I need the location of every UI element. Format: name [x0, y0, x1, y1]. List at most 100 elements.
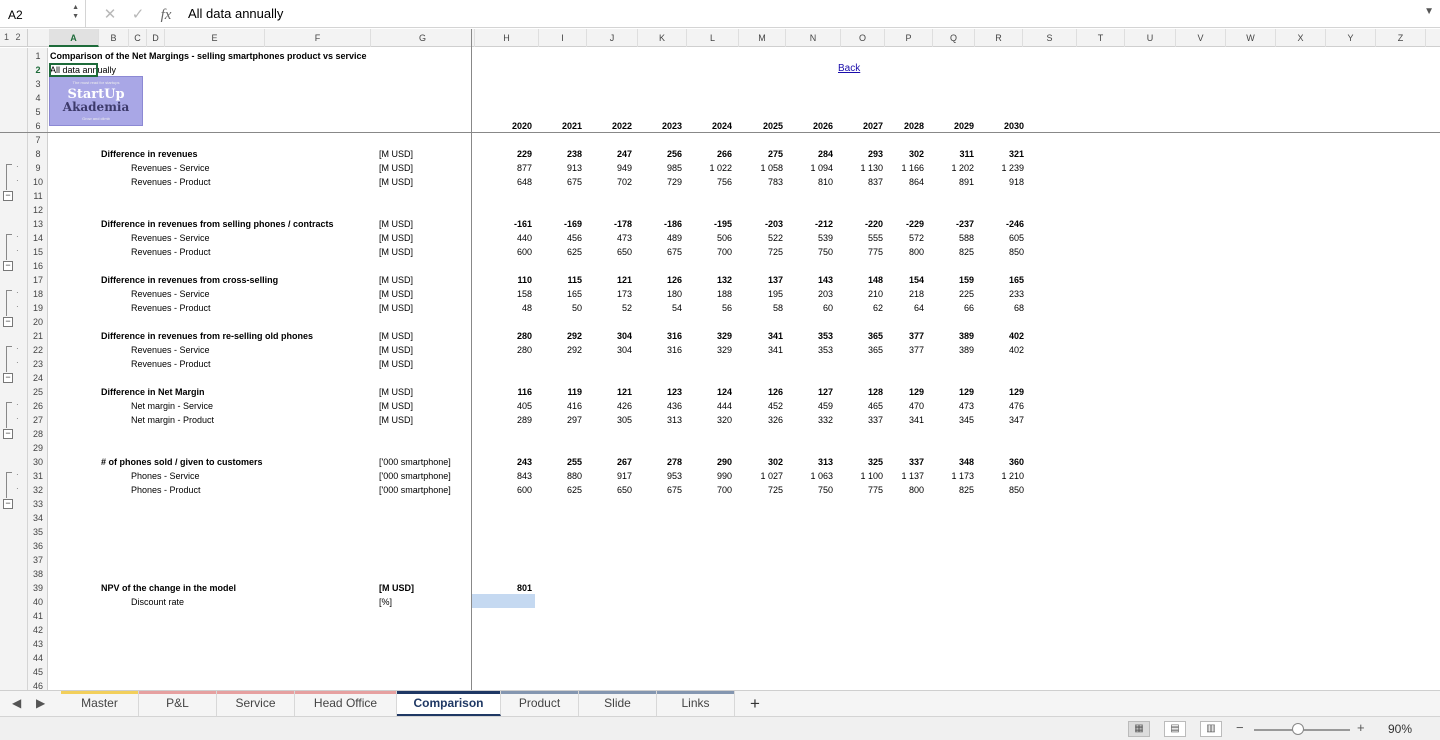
row-label[interactable]: Phones - Product: [131, 483, 201, 497]
column-header-s[interactable]: S: [1023, 29, 1077, 47]
row-label[interactable]: Revenues - Service: [131, 161, 210, 175]
row-header[interactable]: 29: [28, 441, 48, 455]
row-header[interactable]: 7: [28, 133, 48, 147]
page-break-view-icon[interactable]: ▥: [1200, 721, 1222, 737]
collapse-group-icon[interactable]: −: [3, 191, 13, 201]
collapse-group-icon[interactable]: −: [3, 429, 13, 439]
row-header[interactable]: 12: [28, 203, 48, 217]
row-header[interactable]: 33: [28, 497, 48, 511]
row-header[interactable]: 9: [28, 161, 48, 175]
row-header[interactable]: 28: [28, 427, 48, 441]
row-header[interactable]: 3: [28, 77, 48, 91]
row-header[interactable]: 34: [28, 511, 48, 525]
collapse-group-icon[interactable]: −: [3, 373, 13, 383]
discount-rate-unit[interactable]: [%]: [379, 595, 392, 609]
unit-label[interactable]: [M USD]: [379, 231, 413, 245]
unit-label[interactable]: ['000 smartphone]: [379, 455, 451, 469]
row-header[interactable]: 32: [28, 483, 48, 497]
column-header-r[interactable]: R: [975, 29, 1023, 47]
row-header[interactable]: 14: [28, 231, 48, 245]
column-header-x[interactable]: X: [1276, 29, 1326, 47]
value-cell[interactable]: 347: [964, 413, 1024, 427]
unit-label[interactable]: [M USD]: [379, 245, 413, 259]
row-header[interactable]: 31: [28, 469, 48, 483]
row-label[interactable]: # of phones sold / given to customers: [101, 455, 263, 469]
unit-label[interactable]: [M USD]: [379, 287, 413, 301]
row-label[interactable]: Difference in revenues: [101, 147, 198, 161]
unit-label[interactable]: [M USD]: [379, 329, 413, 343]
unit-label[interactable]: [M USD]: [379, 343, 413, 357]
column-header-q[interactable]: Q: [933, 29, 975, 47]
unit-label[interactable]: [M USD]: [379, 385, 413, 399]
zoom-level[interactable]: 90%: [1388, 722, 1412, 736]
row-label[interactable]: Revenues - Product: [131, 245, 211, 259]
outline-level-buttons[interactable]: 1 2: [0, 29, 28, 47]
value-cell[interactable]: 402: [964, 329, 1024, 343]
row-header[interactable]: 42: [28, 623, 48, 637]
row-header[interactable]: 44: [28, 651, 48, 665]
sheet-grid[interactable]: Comparison of the Net Margings - selling…: [49, 48, 1440, 690]
row-header[interactable]: 43: [28, 637, 48, 651]
formula-content[interactable]: All data annually: [188, 6, 283, 21]
column-header-n[interactable]: N: [786, 29, 841, 47]
sheet-tab-comparison[interactable]: Comparison: [397, 691, 501, 716]
row-header[interactable]: 36: [28, 539, 48, 553]
enter-icon[interactable]: ✓: [124, 5, 152, 23]
value-cell[interactable]: 1 210: [964, 469, 1024, 483]
row-label[interactable]: Difference in revenues from cross-sellin…: [101, 273, 278, 287]
value-cell[interactable]: 850: [964, 245, 1024, 259]
unit-label[interactable]: [M USD]: [379, 413, 413, 427]
row-header[interactable]: 18: [28, 287, 48, 301]
row-header[interactable]: 40: [28, 595, 48, 609]
name-box[interactable]: A2 ▲ ▼: [0, 0, 86, 28]
npv-label[interactable]: NPV of the change in the model: [101, 581, 236, 595]
column-header-g[interactable]: G: [371, 29, 475, 47]
unit-label[interactable]: [M USD]: [379, 175, 413, 189]
row-header[interactable]: 5: [28, 105, 48, 119]
row-header[interactable]: 11: [28, 189, 48, 203]
row-header[interactable]: 17: [28, 273, 48, 287]
row-header[interactable]: 1: [28, 49, 48, 63]
unit-label[interactable]: [M USD]: [379, 273, 413, 287]
column-header-b[interactable]: B: [99, 29, 129, 47]
year-header[interactable]: 2030: [964, 119, 1024, 133]
row-header[interactable]: 6: [28, 119, 48, 133]
npv-unit[interactable]: [M USD]: [379, 581, 414, 595]
value-cell[interactable]: 360: [964, 455, 1024, 469]
collapse-group-icon[interactable]: −: [3, 317, 13, 327]
column-header-h[interactable]: H: [475, 29, 539, 47]
row-header[interactable]: 24: [28, 371, 48, 385]
row-label[interactable]: Net margin - Product: [131, 413, 214, 427]
unit-label[interactable]: ['000 smartphone]: [379, 483, 451, 497]
row-header[interactable]: 27: [28, 413, 48, 427]
column-header-w[interactable]: W: [1226, 29, 1276, 47]
row-header[interactable]: 21: [28, 329, 48, 343]
column-header-j[interactable]: J: [587, 29, 638, 47]
zoom-out-icon[interactable]: −: [1236, 720, 1244, 735]
row-header[interactable]: 20: [28, 315, 48, 329]
sheet-tab-p-l[interactable]: P&L: [139, 691, 217, 716]
column-header-u[interactable]: U: [1125, 29, 1176, 47]
column-header-v[interactable]: V: [1176, 29, 1226, 47]
column-header-z[interactable]: Z: [1376, 29, 1426, 47]
column-header-e[interactable]: E: [165, 29, 265, 47]
row-header[interactable]: 41: [28, 609, 48, 623]
column-header-t[interactable]: T: [1077, 29, 1125, 47]
row-header[interactable]: 25: [28, 385, 48, 399]
value-cell[interactable]: 918: [964, 175, 1024, 189]
row-header[interactable]: 23: [28, 357, 48, 371]
name-box-stepper-icon[interactable]: ▲ ▼: [72, 3, 79, 21]
value-cell[interactable]: -246: [964, 217, 1024, 231]
row-label[interactable]: Revenues - Service: [131, 343, 210, 357]
row-label[interactable]: Difference in revenues from selling phon…: [101, 217, 334, 231]
row-label[interactable]: Revenues - Service: [131, 287, 210, 301]
row-header[interactable]: 2: [28, 63, 48, 77]
column-header-m[interactable]: M: [739, 29, 786, 47]
value-cell[interactable]: 129: [964, 385, 1024, 399]
value-cell[interactable]: 850: [964, 483, 1024, 497]
value-cell[interactable]: 165: [964, 273, 1024, 287]
value-cell[interactable]: 605: [964, 231, 1024, 245]
row-header[interactable]: 39: [28, 581, 48, 595]
function-icon[interactable]: fx: [152, 7, 180, 24]
value-cell[interactable]: 233: [964, 287, 1024, 301]
